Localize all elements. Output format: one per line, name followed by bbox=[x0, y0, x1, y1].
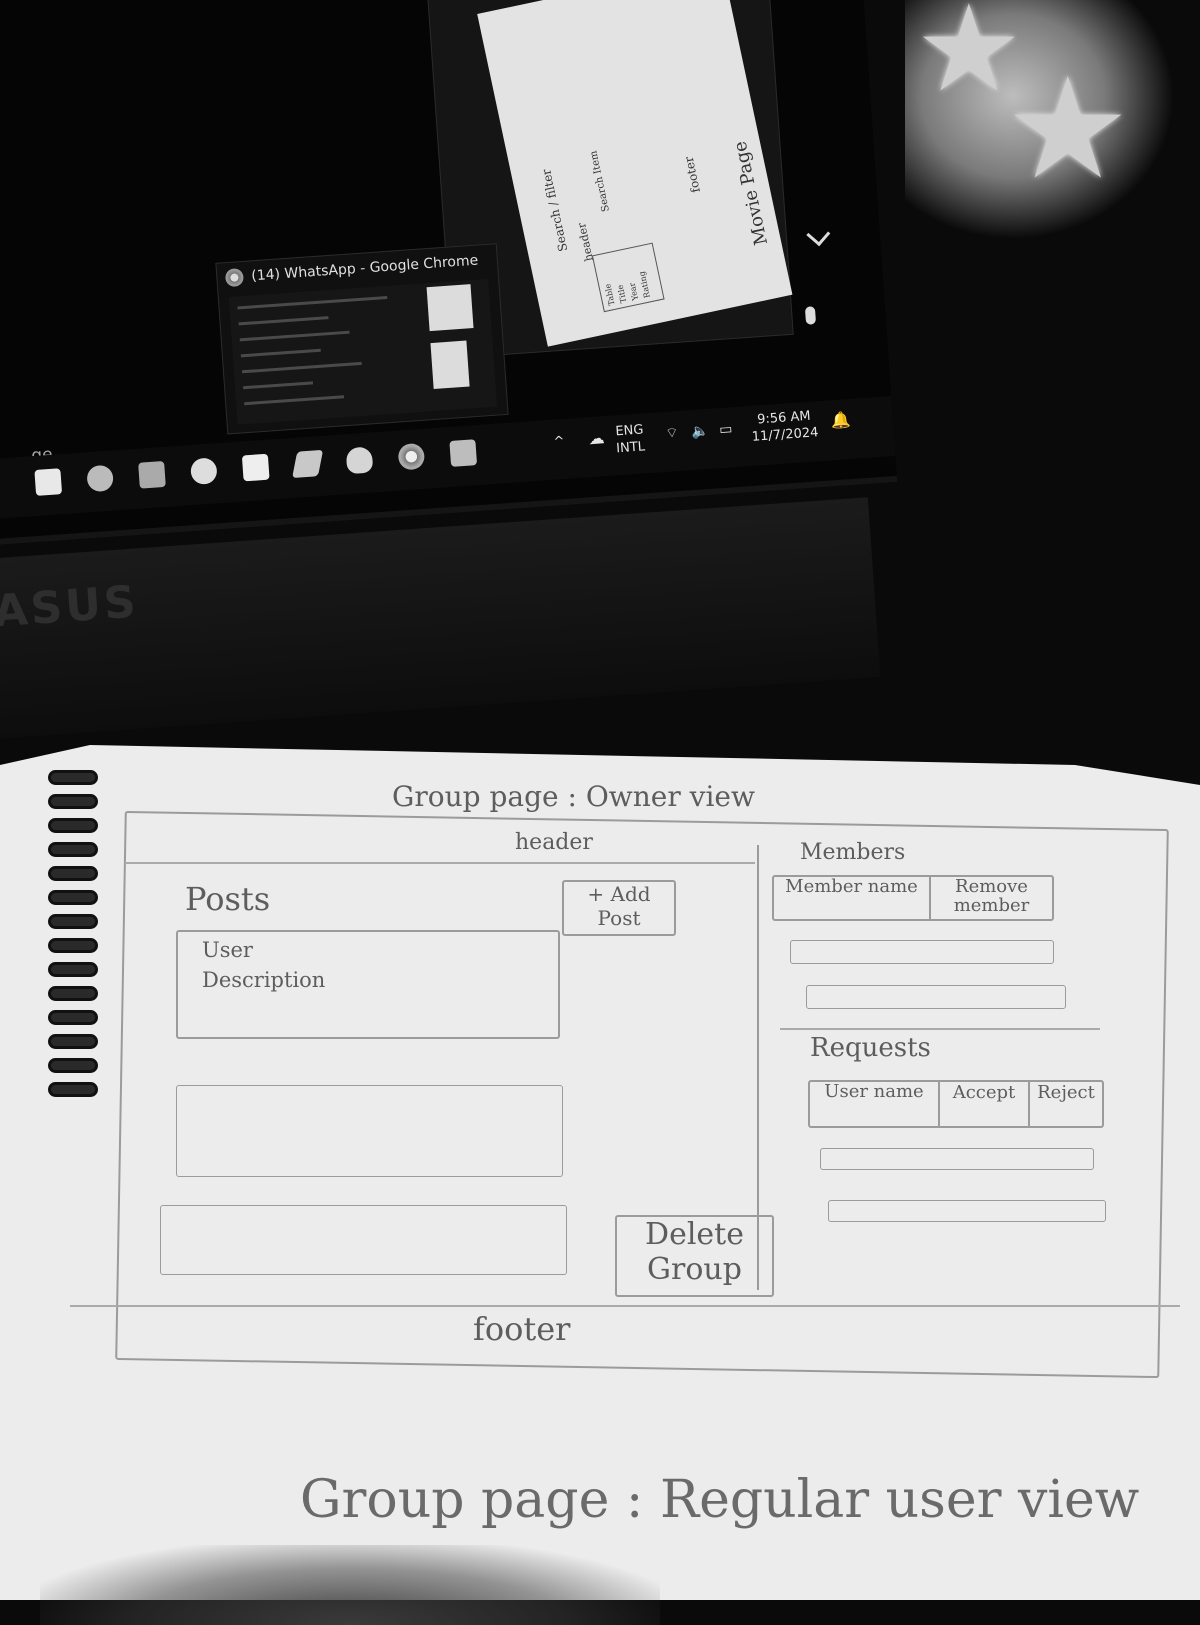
reject-column: Reject bbox=[1037, 1082, 1095, 1103]
accept-column: Accept bbox=[940, 1082, 1030, 1126]
postgres-icon[interactable] bbox=[345, 446, 374, 475]
brand-logo: ASUS bbox=[0, 576, 141, 638]
video-table-cell: Rating bbox=[637, 270, 652, 299]
video-sketch-table: Table Title Year Rating bbox=[591, 242, 665, 313]
members-table-header: Member name Remove member bbox=[772, 875, 1054, 921]
video-paper-sketch: Search / filter header Search Item foote… bbox=[477, 0, 793, 347]
chevron-down-icon[interactable] bbox=[806, 222, 831, 247]
member-name-column: Member name bbox=[774, 877, 931, 919]
xbox-icon[interactable] bbox=[189, 457, 218, 486]
post-card-placeholder bbox=[176, 1085, 563, 1177]
header-divider bbox=[125, 862, 755, 864]
ia-icon[interactable] bbox=[138, 460, 166, 489]
post-card-user: User bbox=[202, 938, 253, 962]
clock[interactable]: 9:56 AM 11/7/2024 bbox=[750, 407, 819, 446]
chrome-icon bbox=[224, 267, 245, 288]
vscode-icon[interactable] bbox=[292, 449, 324, 479]
sketch-title: Group page : Owner view bbox=[392, 780, 755, 813]
snip-icon[interactable] bbox=[241, 453, 270, 482]
star-lights: ★ ★ bbox=[905, 0, 1175, 240]
video-label-search-filter: Search / filter bbox=[539, 167, 571, 253]
whatsapp-preview-title: (14) WhatsApp - Google Chrome bbox=[250, 252, 479, 285]
battery-icon[interactable]: ▭ bbox=[719, 421, 733, 439]
notebook-spiral bbox=[0, 760, 98, 1120]
video-label-footer: footer bbox=[681, 155, 703, 194]
chrome-icon[interactable] bbox=[397, 442, 426, 471]
cloud-icon[interactable]: ☁ bbox=[588, 428, 605, 448]
footer-divider bbox=[70, 1305, 1180, 1307]
whatsapp-preview-content bbox=[228, 278, 498, 425]
remove-member-column: Remove member bbox=[953, 876, 1030, 916]
language-code: ENG bbox=[614, 422, 644, 440]
column-divider bbox=[757, 845, 759, 1290]
word-icon[interactable] bbox=[449, 439, 478, 467]
laptop-screen: ge Search / filter header Search Item fo… bbox=[0, 0, 898, 545]
microphone-icon[interactable] bbox=[804, 306, 817, 325]
video-table-cell: Title bbox=[615, 283, 629, 304]
post-card-description: Description bbox=[202, 968, 326, 992]
volume-icon[interactable]: 🔈 bbox=[691, 423, 710, 441]
members-heading: Members bbox=[800, 840, 906, 865]
request-row bbox=[820, 1148, 1094, 1170]
star-decoration-icon: ★ bbox=[1005, 48, 1131, 211]
video-table-cell: Year bbox=[627, 281, 641, 302]
hand-shadow bbox=[40, 1545, 660, 1625]
notification-bell-icon[interactable]: 🔔 bbox=[830, 410, 851, 430]
video-label-search-item: Search Item bbox=[588, 149, 612, 213]
posts-heading: Posts bbox=[185, 880, 271, 918]
post-card-placeholder bbox=[160, 1205, 567, 1275]
requests-table-header: User name Accept Reject bbox=[808, 1080, 1104, 1128]
request-row bbox=[828, 1200, 1106, 1222]
video-label-movie-page: Movie Page bbox=[729, 139, 773, 248]
video-table-cell: Table bbox=[603, 282, 617, 307]
clock-date: 11/7/2024 bbox=[751, 425, 819, 445]
language-indicator[interactable]: ENG INTL bbox=[615, 421, 646, 457]
wireframe-header-label: header bbox=[515, 830, 593, 855]
delete-group-button[interactable]: Delete Group bbox=[615, 1215, 774, 1297]
delete-group-label-line1: Delete bbox=[645, 1217, 744, 1252]
add-post-label-line2: Post bbox=[597, 906, 641, 930]
whatsapp-taskbar-preview[interactable]: (14) WhatsApp - Google Chrome bbox=[215, 243, 509, 435]
delete-group-label-line2: Group bbox=[647, 1252, 742, 1287]
member-row bbox=[806, 985, 1066, 1009]
next-sketch-title: Group page : Regular user view bbox=[300, 1470, 1140, 1530]
keyboard-layout: INTL bbox=[615, 439, 646, 457]
post-card: User Description bbox=[176, 930, 560, 1039]
user-name-column: User name bbox=[810, 1082, 940, 1126]
add-post-button[interactable]: + Add Post bbox=[562, 880, 676, 936]
wireframe-footer-label: footer bbox=[473, 1310, 571, 1348]
tray-chevron-up-icon[interactable]: ^ bbox=[553, 433, 565, 451]
windows-icon[interactable] bbox=[34, 468, 63, 496]
members-requests-divider bbox=[780, 1028, 1100, 1030]
wifi-icon[interactable]: ⌔ bbox=[665, 425, 679, 443]
arc-icon[interactable] bbox=[86, 464, 114, 493]
requests-heading: Requests bbox=[810, 1033, 931, 1063]
member-row bbox=[790, 940, 1054, 964]
add-post-label-line1: + Add bbox=[587, 882, 651, 906]
